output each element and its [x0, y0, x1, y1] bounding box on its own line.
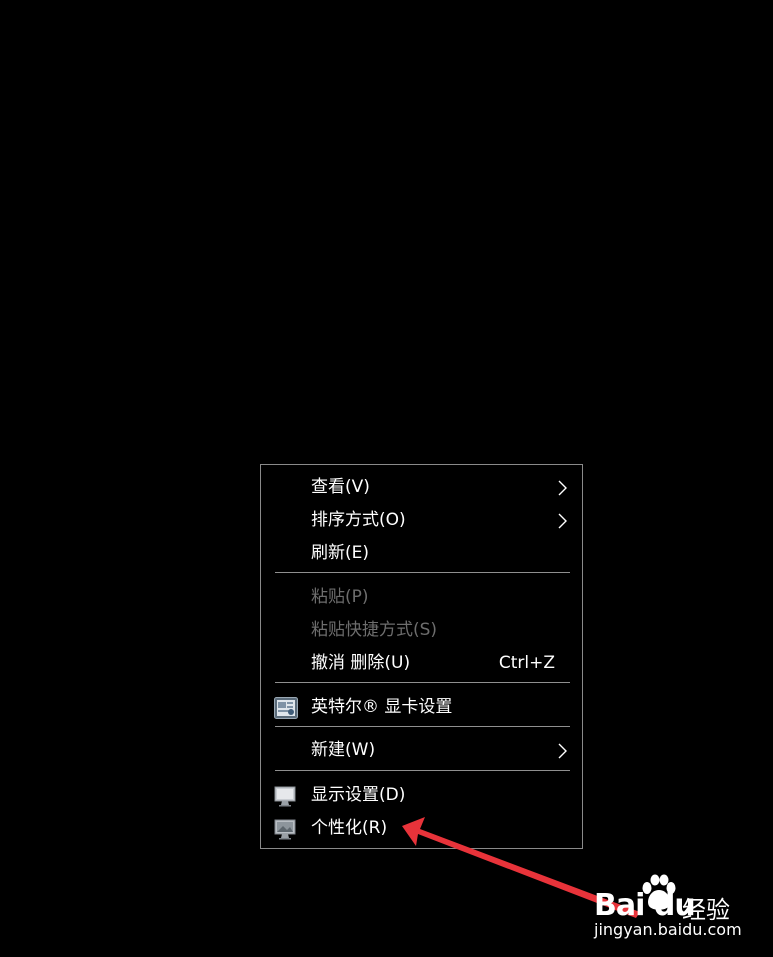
menu-item-intel-graphics-settings[interactable]: 英特尔® 显卡设置 [261, 691, 582, 724]
menu-separator [275, 572, 570, 573]
menu-item-label: 英特尔® 显卡设置 [311, 697, 453, 717]
menu-item-label: 粘贴(P) [311, 587, 369, 607]
menu-item-label: 新建(W) [311, 740, 376, 760]
menu-separator [275, 682, 570, 683]
menu-item-view[interactable]: 查看(V) [261, 471, 582, 504]
baidu-jingyan-watermark: Bai du 经验 jingyan.baidu.com [590, 872, 766, 944]
menu-item-shortcut: Ctrl+Z [498, 653, 555, 673]
menu-separator [275, 726, 570, 727]
watermark-url: jingyan.baidu.com [594, 920, 742, 939]
monitor-icon [274, 786, 296, 807]
menu-item-new[interactable]: 新建(W) [261, 734, 582, 767]
menu-item-label: 个性化(R) [311, 818, 388, 838]
menu-item-personalize[interactable]: 个性化(R) [261, 812, 582, 845]
intel-graphics-icon [274, 697, 298, 719]
menu-item-paste-shortcut[interactable]: 粘贴快捷方式(S) [261, 614, 582, 647]
baidu-paw-icon [642, 874, 676, 910]
menu-separator [275, 770, 570, 771]
menu-item-label: 撤消 删除(U) [311, 653, 411, 673]
menu-item-display-settings[interactable]: 显示设置(D) [261, 779, 582, 812]
desktop-context-menu: 查看(V) 排序方式(O) 刷新(E) 粘贴(P) 粘贴快捷方式(S) 撤消 删… [260, 464, 583, 849]
menu-item-label: 刷新(E) [311, 543, 370, 563]
menu-item-label: 排序方式(O) [311, 510, 406, 530]
menu-item-label: 粘贴快捷方式(S) [311, 620, 438, 640]
personalize-monitor-icon [274, 819, 296, 840]
menu-item-refresh[interactable]: 刷新(E) [261, 537, 582, 570]
chevron-right-icon [558, 480, 567, 496]
chevron-right-icon [558, 743, 567, 759]
menu-item-undo-delete[interactable]: 撤消 删除(U) Ctrl+Z [261, 647, 582, 680]
menu-item-label: 查看(V) [311, 477, 370, 497]
chevron-right-icon [558, 513, 567, 529]
menu-item-paste[interactable]: 粘贴(P) [261, 581, 582, 614]
menu-item-label: 显示设置(D) [311, 785, 406, 805]
menu-item-sort-by[interactable]: 排序方式(O) [261, 504, 582, 537]
